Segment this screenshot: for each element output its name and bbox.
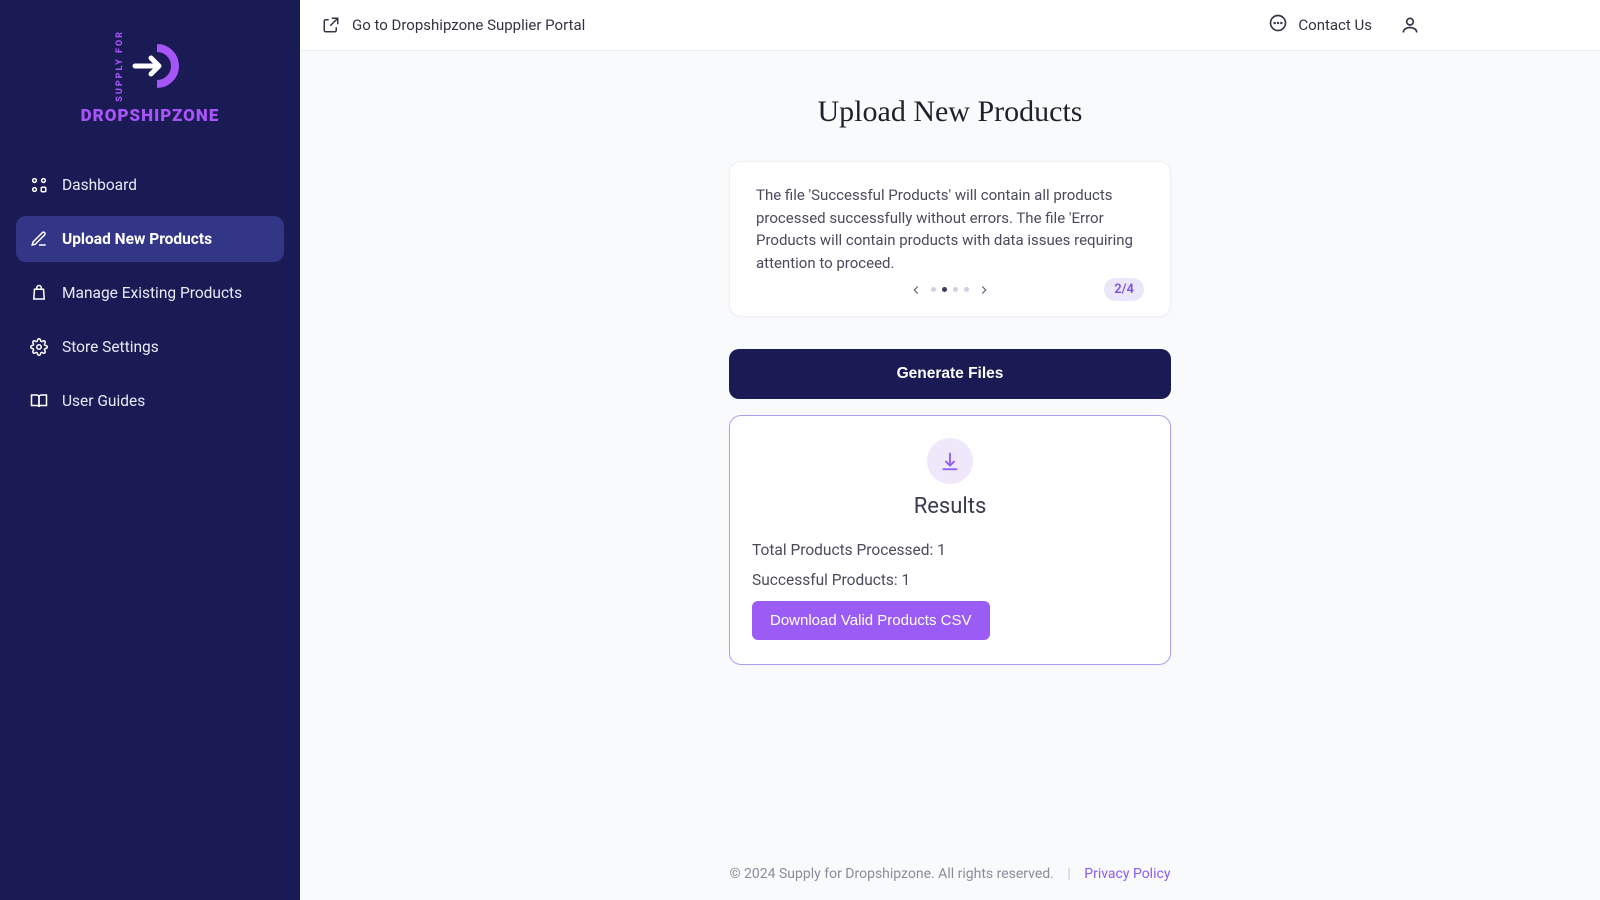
step-dots xyxy=(931,287,969,292)
sidebar-item-label: Store Settings xyxy=(62,338,159,356)
brand-name-text: DROPSHIPZONE xyxy=(81,106,220,126)
results-success-line: Successful Products: 1 xyxy=(752,571,1148,589)
book-icon xyxy=(30,392,48,410)
chat-icon xyxy=(1268,13,1288,37)
step-dot xyxy=(931,287,936,292)
step-badge: 2/4 xyxy=(1104,278,1144,301)
sidebar-item-upload-new-products[interactable]: Upload New Products xyxy=(16,216,284,262)
user-icon[interactable] xyxy=(1400,15,1420,35)
sidebar-item-manage-existing-products[interactable]: Manage Existing Products xyxy=(16,270,284,316)
results-title: Results xyxy=(752,494,1148,519)
contact-us-label: Contact Us xyxy=(1298,16,1372,34)
footer-copyright: © 2024 Supply for Dropshipzone. All righ… xyxy=(730,866,1054,882)
topbar: Go to Dropshipzone Supplier Portal Conta… xyxy=(300,0,1600,51)
results-total-value: 1 xyxy=(937,541,946,559)
gear-icon xyxy=(30,338,48,356)
generate-files-button[interactable]: Generate Files xyxy=(729,349,1171,399)
sidebar-item-label: Upload New Products xyxy=(62,230,212,248)
footer-separator: | xyxy=(1067,866,1070,882)
results-total-line: Total Products Processed: 1 xyxy=(752,541,1148,559)
edit-icon xyxy=(30,230,48,248)
chevron-left-icon[interactable] xyxy=(909,282,923,296)
bag-icon xyxy=(30,284,48,302)
download-valid-csv-button[interactable]: Download Valid Products CSV xyxy=(752,601,990,640)
step-dot xyxy=(953,287,958,292)
external-link-icon xyxy=(322,16,340,34)
main: Go to Dropshipzone Supplier Portal Conta… xyxy=(300,0,1600,900)
privacy-policy-link[interactable]: Privacy Policy xyxy=(1084,866,1170,882)
results-card: Results Total Products Processed: 1 Succ… xyxy=(729,415,1171,665)
brand-supply-text: SUPPLY FOR xyxy=(115,30,125,102)
sidebar-item-dashboard[interactable]: Dashboard xyxy=(16,162,284,208)
brand-logo: SUPPLY FOR DROPSHIPZONE xyxy=(16,30,284,126)
info-text: The file 'Successful Products' will cont… xyxy=(756,184,1144,274)
step-dot xyxy=(964,287,969,292)
portal-link-label: Go to Dropshipzone Supplier Portal xyxy=(352,16,585,34)
chevron-right-icon[interactable] xyxy=(977,282,991,296)
sidebar-item-store-settings[interactable]: Store Settings xyxy=(16,324,284,370)
portal-link[interactable]: Go to Dropshipzone Supplier Portal xyxy=(322,16,585,34)
step-dot-active xyxy=(942,287,947,292)
sidebar-item-label: Dashboard xyxy=(62,176,137,194)
brand-glyph-icon xyxy=(127,44,185,88)
results-success-value: 1 xyxy=(902,571,911,589)
sidebar-item-label: User Guides xyxy=(62,392,145,410)
footer: © 2024 Supply for Dropshipzone. All righ… xyxy=(300,848,1600,900)
search-pill[interactable] xyxy=(1448,10,1578,40)
sidebar-item-label: Manage Existing Products xyxy=(62,284,242,302)
download-icon xyxy=(927,438,973,484)
info-card: The file 'Successful Products' will cont… xyxy=(729,161,1171,317)
grid-icon xyxy=(30,176,48,194)
results-success-label: Successful Products: xyxy=(752,571,902,589)
contact-us-link[interactable]: Contact Us xyxy=(1268,13,1372,37)
sidebar-nav: Dashboard Upload New Products Manage Exi… xyxy=(16,162,284,424)
sidebar-item-user-guides[interactable]: User Guides xyxy=(16,378,284,424)
content: Upload New Products The file 'Successful… xyxy=(300,51,1600,848)
sidebar: SUPPLY FOR DROPSHIPZONE Dashboard Up xyxy=(0,0,300,900)
results-total-label: Total Products Processed: xyxy=(752,541,937,559)
page-title: Upload New Products xyxy=(818,95,1083,129)
stepper: 2/4 xyxy=(756,282,1144,296)
